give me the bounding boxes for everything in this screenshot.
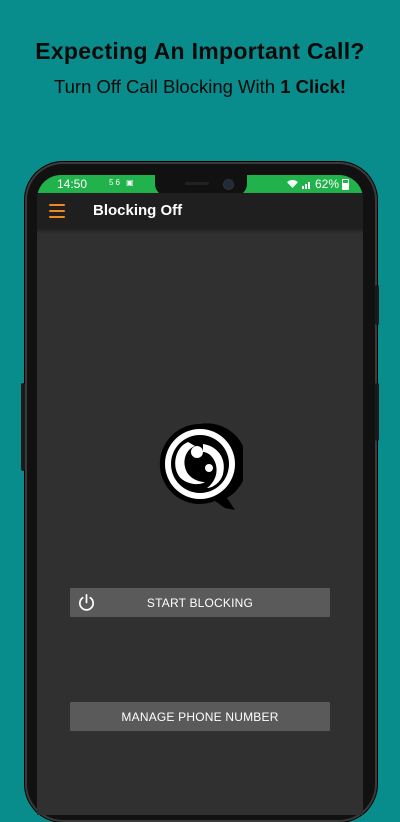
phone-side-button-right-top xyxy=(375,285,379,325)
battery-percent: 62% xyxy=(314,177,339,191)
promo-subtitle-text: Turn Off Call Blocking With xyxy=(54,76,281,97)
hamburger-menu-icon[interactable] xyxy=(49,204,65,218)
front-camera-icon xyxy=(223,179,234,190)
wifi-icon xyxy=(286,180,298,188)
status-bar: 14:50 56 ▣ 62% xyxy=(37,175,363,196)
promo-subtitle: Turn Off Call Blocking With 1 Click! xyxy=(0,76,400,98)
manage-phone-number-label: MANAGE PHONE NUMBER xyxy=(121,709,279,724)
phone-side-button-right xyxy=(375,383,379,441)
speaker-grille xyxy=(185,182,209,185)
power-icon xyxy=(79,594,94,611)
phone-screen: 14:50 56 ▣ 62% Blocking Off START BLOCKI… xyxy=(37,175,363,815)
phone-side-button-left xyxy=(21,383,25,471)
status-notification-icons: 56 ▣ xyxy=(109,178,136,187)
call-blocker-logo-icon xyxy=(159,423,243,510)
promo-title: Expecting An Important Call? xyxy=(35,38,365,64)
status-time: 14:50 xyxy=(57,177,88,191)
app-bar-title: Blocking Off xyxy=(93,202,183,219)
promo-subtitle-bold: 1 Click! xyxy=(280,76,346,97)
start-blocking-button[interactable]: START BLOCKING xyxy=(70,588,330,617)
start-blocking-label: START BLOCKING xyxy=(146,595,254,610)
signal-icon xyxy=(301,182,310,189)
manage-phone-number-button[interactable]: MANAGE PHONE NUMBER xyxy=(70,702,330,731)
battery-icon xyxy=(342,178,349,190)
status-right-group: 62% xyxy=(286,177,349,191)
app-bar: Blocking Off xyxy=(37,193,363,229)
